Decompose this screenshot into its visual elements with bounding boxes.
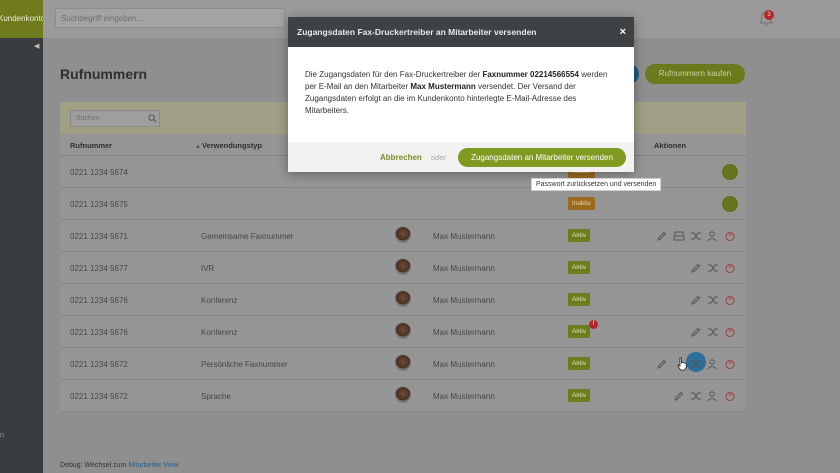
status-badge: Aktiv (568, 389, 591, 402)
shuffle-icon[interactable] (690, 358, 702, 370)
dialog-footer: Abbrechen oder Zugangsdaten an Mitarbeit… (288, 142, 634, 172)
row-type: Konferenz (201, 328, 238, 337)
status-badge: Inaktiv (568, 197, 595, 210)
hand-cursor-icon (677, 357, 687, 371)
fax-number-label: Faxnummer 02214566554 (482, 70, 579, 79)
row-user: Max Mustermann (433, 232, 495, 241)
row-type: Persönliche Faxnummer (201, 360, 288, 369)
avatar (395, 387, 411, 403)
close-icon[interactable]: × (620, 17, 626, 47)
row-type: Gemeinsame Faxnummer (201, 232, 294, 241)
row-type: IVR (201, 264, 215, 273)
status-badge: Aktiv (568, 261, 591, 274)
edit-icon[interactable] (656, 358, 668, 370)
page-title: Rufnummern (60, 66, 148, 82)
row-number: 0221 1234 5676 (70, 296, 128, 305)
row-number: 0221 1234 5676 (70, 328, 128, 337)
activate-icon[interactable] (722, 196, 738, 212)
shuffle-icon[interactable] (707, 326, 719, 338)
row-user: Max Mustermann (433, 264, 495, 273)
user-settings-icon[interactable] (707, 358, 719, 370)
brand-logo[interactable]: Kundenkonto (0, 0, 43, 38)
debug-switch-link[interactable]: Mitarbeiter View (128, 462, 178, 469)
row-number: 0221 1234 5677 (70, 264, 128, 273)
chevron-left-icon[interactable]: ◀ (34, 42, 39, 50)
user-settings-icon[interactable] (707, 390, 719, 402)
power-icon[interactable] (724, 262, 736, 274)
tooltip: Passwort zurücksetzen und versenden (531, 178, 662, 191)
row-number: 0221 1234 5671 (70, 232, 128, 241)
table-row[interactable]: 0221 1234 5676 Konferenz Max Mustermann … (60, 284, 746, 316)
notification-badge: 3 (764, 10, 774, 20)
row-number: 0221 1234 5672 (70, 360, 128, 369)
dialog-message: Die Zugangsdaten für den Fax-Druckertrei… (305, 70, 608, 115)
shuffle-icon[interactable] (707, 294, 719, 306)
sort-asc-icon: ▲ (195, 144, 201, 150)
avatar (395, 259, 411, 275)
table-row[interactable]: 0221 1234 5675 Inaktiv (60, 188, 746, 220)
column-header-type[interactable]: ▲Verwendungstyp (195, 141, 262, 150)
avatar (395, 323, 411, 339)
user-settings-icon[interactable] (707, 230, 719, 242)
shuffle-icon[interactable] (707, 262, 719, 274)
status-badge: Aktiv (568, 293, 591, 306)
edit-icon[interactable] (673, 390, 685, 402)
employee-name: Max Mustermann (410, 82, 476, 91)
status-badge: Aktiv (568, 229, 591, 242)
avatar (395, 291, 411, 307)
power-icon[interactable] (724, 230, 736, 242)
send-credentials-dialog: Zugangsdaten Fax-Druckertreiber an Mitar… (288, 17, 634, 172)
column-header-number[interactable]: Rufnummer (70, 141, 112, 150)
shuffle-icon[interactable] (690, 230, 702, 242)
send-credentials-button[interactable]: Zugangsdaten an Mitarbeiter versenden (458, 148, 626, 167)
status-badge: Aktiv (568, 325, 591, 338)
edit-icon[interactable] (690, 326, 702, 338)
table-row[interactable]: 0221 1234 5672 Persönliche Faxnummer Max… (60, 348, 746, 380)
or-separator: oder (431, 153, 447, 162)
debug-bar: Debug: Wechsel zum Mitarbeiter View (60, 462, 178, 469)
edit-icon[interactable] (656, 230, 668, 242)
row-type: Sprache (201, 392, 231, 401)
sidebar: Kundenkonto ◀ n (0, 0, 43, 473)
row-user: Max Mustermann (433, 360, 495, 369)
power-icon[interactable] (724, 358, 736, 370)
table-row[interactable]: 0221 1234 5671 Gemeinsame Faxnummer Max … (60, 220, 746, 252)
row-user: Max Mustermann (433, 328, 495, 337)
row-number: 0221 1234 5672 (70, 392, 128, 401)
activate-icon[interactable] (722, 164, 738, 180)
power-icon[interactable] (724, 294, 736, 306)
cancel-button[interactable]: Abbrechen (380, 153, 422, 162)
global-search-input[interactable]: Suchbegriff eingeben... (55, 8, 285, 28)
avatar (395, 227, 411, 243)
search-icon[interactable] (148, 114, 157, 123)
fax-printer-icon[interactable] (673, 230, 685, 242)
debug-prefix: Debug: Wechsel zum (60, 462, 127, 469)
edit-icon[interactable] (690, 294, 702, 306)
row-user: Max Mustermann (433, 296, 495, 305)
power-icon[interactable] (724, 326, 736, 338)
dialog-title: Zugangsdaten Fax-Druckertreiber an Mitar… (297, 27, 537, 37)
table-row[interactable]: 0221 1234 5672 Sprache Max Mustermann Ak… (60, 380, 746, 412)
row-type: Konferenz (201, 296, 238, 305)
edit-icon[interactable] (690, 262, 702, 274)
shuffle-icon[interactable] (690, 390, 702, 402)
alert-badge: ! (589, 320, 598, 329)
buy-numbers-button[interactable]: Rufnummern kaufen (645, 64, 745, 84)
table-row[interactable]: 0221 1234 5677 IVR Max Mustermann Aktiv (60, 252, 746, 284)
avatar (395, 355, 411, 371)
dialog-header: Zugangsdaten Fax-Druckertreiber an Mitar… (288, 17, 634, 47)
row-number: 0221 1234 5674 (70, 168, 128, 177)
table-search-input[interactable]: Suchen (70, 110, 160, 127)
row-user: Max Mustermann (433, 392, 495, 401)
sidebar-bottom-text: n (0, 432, 4, 439)
status-badge: Aktiv (568, 357, 591, 370)
column-header-actions: Aktionen (654, 141, 687, 150)
power-icon[interactable] (724, 390, 736, 402)
row-number: 0221 1234 5675 (70, 200, 128, 209)
table-row[interactable]: 0221 1234 5676 Konferenz Max Mustermann … (60, 316, 746, 348)
